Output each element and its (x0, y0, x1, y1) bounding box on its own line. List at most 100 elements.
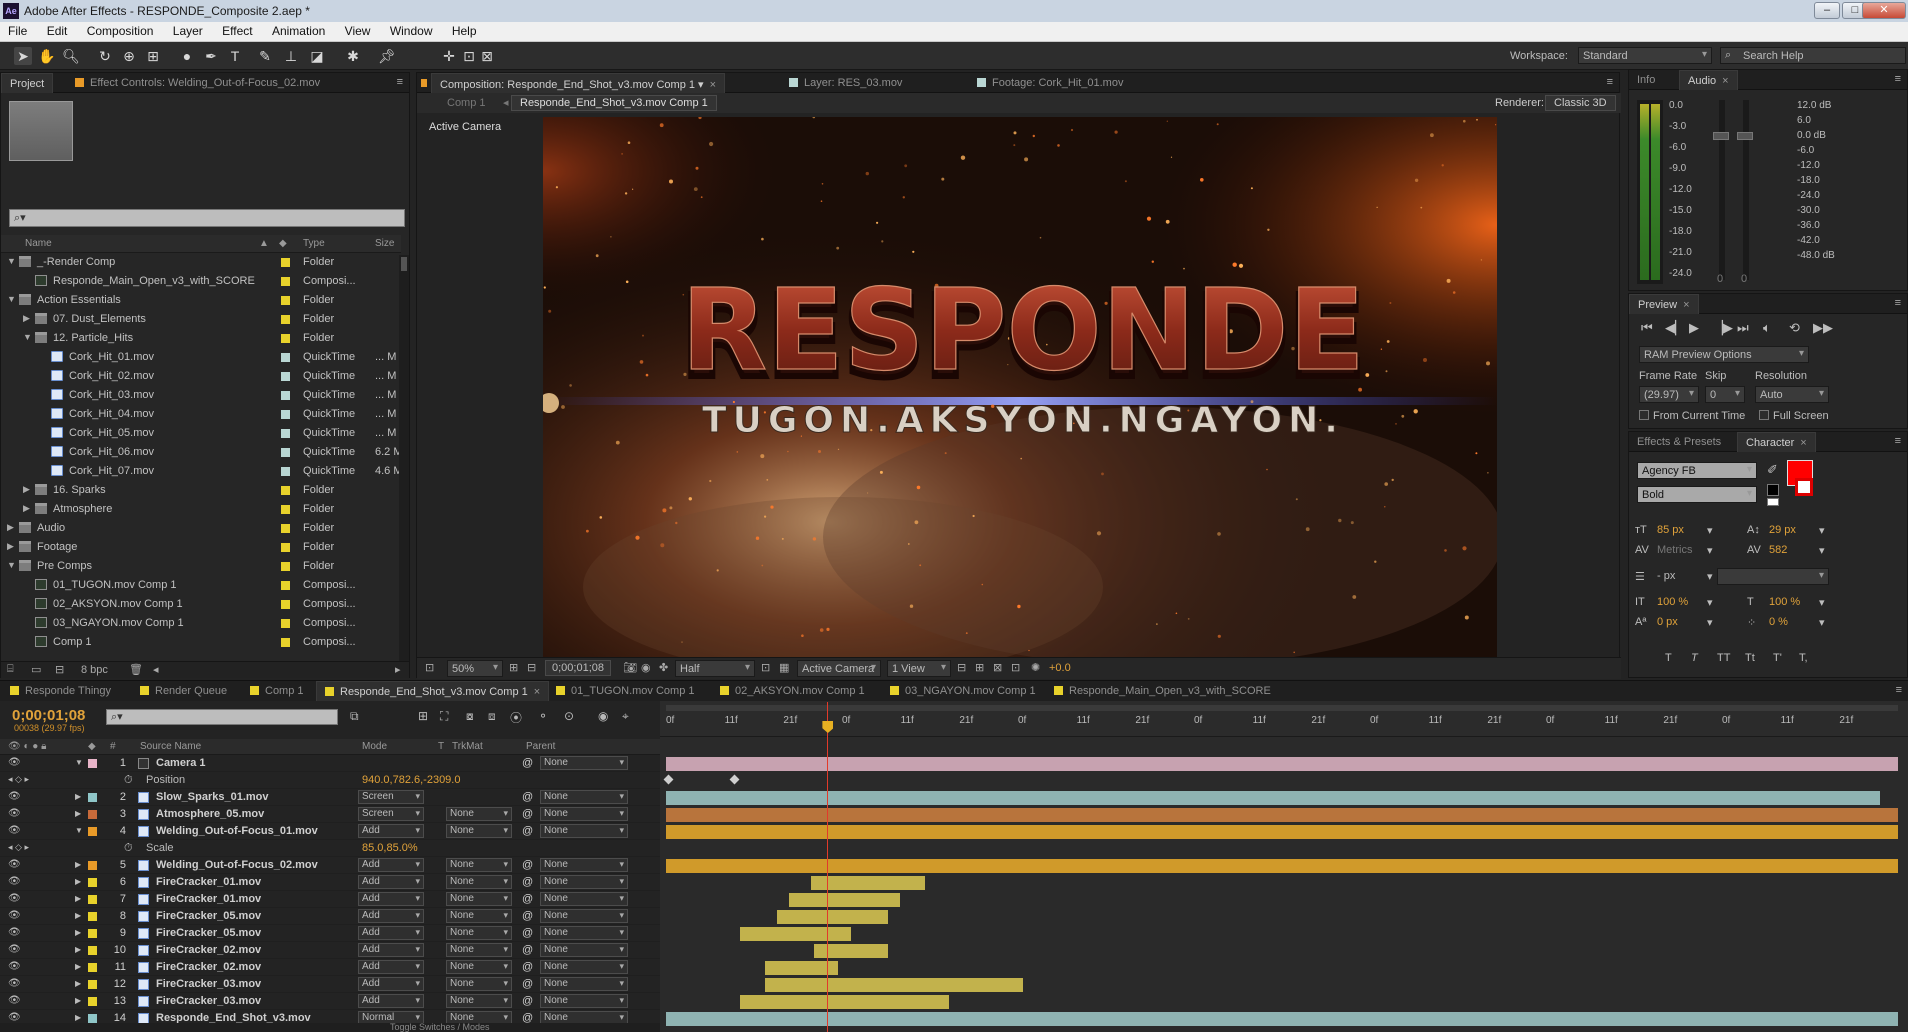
property-row[interactable]: ◂ ◇ ▸ ⏱︎ Position 940.0,782.6,-2309.0 (0, 772, 660, 789)
project-item[interactable]: ▶ 16. Sparks Folder (1, 481, 399, 500)
chevron-down-icon[interactable]: ▾ (1707, 596, 1713, 609)
new-folder-icon[interactable]: ▭ (31, 663, 41, 676)
twirl-open-icon[interactable]: ▼ (75, 758, 83, 767)
frame-rate-select[interactable]: (29.97) (1639, 386, 1699, 403)
flowchart-icon[interactable]: ⊡ (1011, 661, 1020, 674)
track-matte-select[interactable]: None (446, 960, 512, 974)
scroll-left-icon[interactable]: ◂ (153, 663, 159, 676)
track-matte-select[interactable]: None (446, 807, 512, 821)
project-item[interactable]: ▶ Footage Folder (1, 538, 399, 557)
roto-brush-tool-icon[interactable]: ✱ (344, 47, 362, 65)
region-of-interest-icon[interactable]: ⊡ (761, 661, 770, 674)
reset-exposure-icon[interactable]: ✺ (1031, 661, 1040, 674)
stopwatch-icon[interactable]: ⏱︎ (124, 774, 133, 787)
track-matte-select[interactable]: None (446, 875, 512, 889)
label-swatch[interactable] (281, 353, 290, 362)
layer-name[interactable]: FireCracker_05.mov (156, 910, 261, 922)
layer-name[interactable]: FireCracker_02.mov (156, 961, 261, 973)
project-item[interactable]: ▼ Action Essentials Folder (1, 291, 399, 310)
timeline-tab[interactable]: Render Queue (132, 681, 235, 701)
parent-select[interactable]: None (540, 892, 628, 906)
blend-mode-select[interactable]: Add (358, 892, 424, 906)
twirl-closed-icon[interactable]: ▶ (7, 541, 14, 552)
timeline-tab[interactable]: 02_AKSYON.mov Comp 1 (712, 681, 873, 701)
column-size[interactable]: Size (375, 238, 394, 249)
stroke-color-swatch[interactable] (1795, 478, 1813, 496)
last-frame-icon[interactable]: ⏭ (1737, 320, 1749, 336)
ram-preview-options-select[interactable]: RAM Preview Options (1639, 346, 1809, 363)
label-swatch[interactable] (281, 638, 290, 647)
layer-label-swatch[interactable] (88, 946, 97, 955)
audio-fader-left[interactable] (1713, 132, 1729, 140)
timeline-tab[interactable]: Comp 1 (242, 681, 312, 701)
tab-info[interactable]: Info (1629, 70, 1663, 90)
twirl-closed-icon[interactable]: ▶ (75, 1013, 81, 1022)
label-swatch[interactable] (281, 562, 290, 571)
faux-bold-button[interactable]: T (1665, 652, 1672, 664)
composition-viewer[interactable]: RESPONDE RESPONDE TUGON.AKSYON.NGAYON. (543, 117, 1497, 657)
layer-duration-bar[interactable] (789, 893, 901, 907)
pen-tool-icon[interactable]: ✒ (202, 47, 220, 65)
layer-row[interactable]: 👁︎ ▶ 2 Slow_Sparks_01.mov Screen @ None (0, 789, 660, 806)
twirl-closed-icon[interactable]: ▶ (75, 928, 81, 937)
type-tool-icon[interactable]: T (226, 47, 244, 65)
track-matte-select[interactable]: None (446, 909, 512, 923)
motion-blur-icon[interactable]: ⧈ (488, 709, 496, 724)
track-matte-select[interactable]: None (446, 943, 512, 957)
play-icon[interactable]: ▶ (1689, 320, 1699, 336)
resolution-select[interactable]: Half (675, 660, 755, 677)
eyedropper-icon[interactable]: ✐ (1767, 462, 1778, 478)
chevron-down-icon[interactable]: ▾ (1707, 616, 1713, 629)
label-swatch[interactable] (281, 334, 290, 343)
blend-mode-select[interactable]: Add (358, 994, 424, 1008)
next-frame-icon[interactable]: ▕▶ (1713, 320, 1733, 336)
parent-pickwhip-icon[interactable]: @ (522, 757, 533, 769)
eye-icon[interactable]: 👁︎ (8, 927, 21, 938)
all-caps-button[interactable]: TT (1717, 652, 1730, 664)
parent-pickwhip-icon[interactable]: @ (522, 876, 533, 888)
eye-icon[interactable]: 👁︎ (8, 859, 21, 870)
chevron-down-icon[interactable]: ▾ (1707, 570, 1713, 583)
hand-tool-icon[interactable]: ✋ (38, 47, 56, 65)
close-tab-icon[interactable]: × (710, 79, 716, 91)
twirl-open-icon[interactable]: ▼ (23, 332, 32, 342)
always-preview-icon[interactable]: ⊡ (425, 661, 434, 674)
project-item[interactable]: Cork_Hit_06.mov QuickTime 6.2 M (1, 443, 399, 462)
close-tab-icon[interactable]: × (1722, 75, 1728, 87)
audio-fader-right[interactable] (1737, 132, 1753, 140)
project-item[interactable]: Responde_Main_Open_v3_with_SCORE Composi.… (1, 272, 399, 291)
column-type[interactable]: Type (303, 238, 325, 249)
bit-depth-button[interactable]: 8 bpc (81, 664, 108, 676)
layer-label-swatch[interactable] (88, 878, 97, 887)
close-tab-icon[interactable]: × (534, 686, 540, 698)
menu-layer[interactable]: Layer (165, 22, 211, 38)
menu-effect[interactable]: Effect (214, 22, 260, 38)
project-item[interactable]: Cork_Hit_01.mov QuickTime ... M (1, 348, 399, 367)
camera-orbit-tool-icon[interactable]: ⊕ (120, 47, 138, 65)
interpret-footage-icon[interactable]: ⌸ (7, 663, 14, 676)
superscript-button[interactable]: T' (1773, 652, 1782, 664)
chevron-down-icon[interactable]: ▾ (1819, 544, 1825, 557)
stopwatch-icon[interactable]: ⏱︎ (124, 842, 133, 855)
safe-zones-icon[interactable]: ⊞ (509, 661, 518, 674)
layer-duration-bar[interactable] (666, 791, 1880, 805)
layer-name[interactable]: Welding_Out-of-Focus_02.mov (156, 859, 318, 871)
zoom-tool-icon[interactable]: 🔍︎ (62, 47, 80, 65)
font-family-select[interactable]: Agency FB (1637, 462, 1757, 479)
layer-label-swatch[interactable] (88, 895, 97, 904)
workspace-select[interactable]: Standard (1578, 47, 1712, 64)
small-caps-button[interactable]: Tt (1745, 652, 1755, 664)
keyframe-icon[interactable] (729, 774, 739, 785)
twirl-open-icon[interactable]: ▼ (7, 560, 16, 570)
track-matte-select[interactable]: None (446, 994, 512, 1008)
menu-view[interactable]: View (337, 22, 379, 38)
layer-duration-bar[interactable] (666, 1012, 1898, 1026)
layer-row[interactable]: 👁︎ ▶ 7 FireCracker_01.mov Add None @ None (0, 891, 660, 908)
project-item[interactable]: Cork_Hit_03.mov QuickTime ... M (1, 386, 399, 405)
keyframe-navigator-icon[interactable]: ◂ ◇ ▸ (8, 842, 29, 853)
panel-menu-icon[interactable]: ≡ (1896, 684, 1902, 696)
eraser-tool-icon[interactable]: ◪ (308, 47, 326, 65)
label-swatch[interactable] (281, 524, 290, 533)
timeline-icon[interactable]: ⊠ (993, 661, 1002, 674)
project-item[interactable]: ▼ Pre Comps Folder (1, 557, 399, 576)
